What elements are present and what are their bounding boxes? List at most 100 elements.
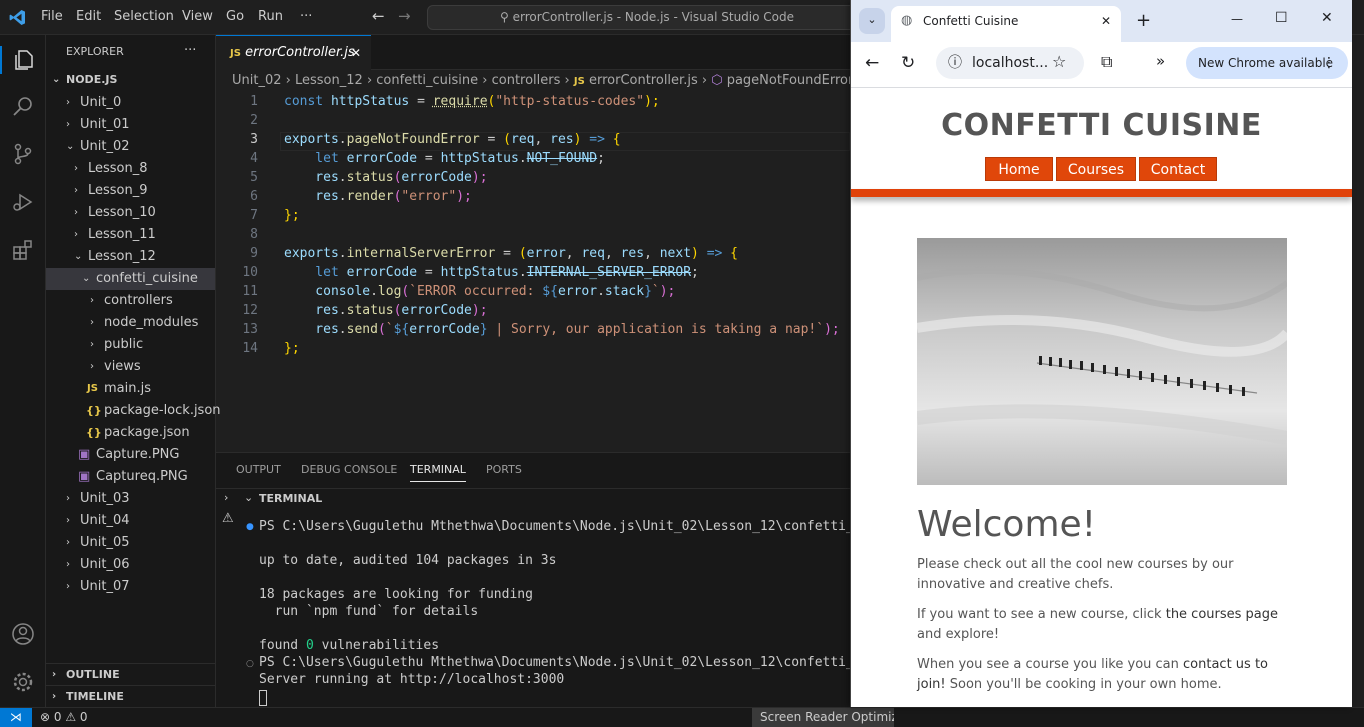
tree-folder-confetti-cuisine[interactable]: ⌄ confetti_cuisine: [46, 268, 215, 290]
confetti-cuisine-page: CONFETTI CUISINE Home Courses Contact We…: [851, 88, 1352, 707]
menu-edit[interactable]: Edit: [76, 9, 101, 24]
menu-file[interactable]: File: [41, 9, 63, 24]
tree-folder-lesson9[interactable]: › Lesson_9: [46, 180, 215, 202]
site-info-icon[interactable]: ⓘ: [948, 47, 962, 79]
tree-folder-public[interactable]: › public: [46, 334, 215, 356]
terminal-line: 18 packages are looking for funding: [259, 587, 533, 602]
new-chrome-available-button[interactable]: New Chrome available ⋮: [1186, 47, 1348, 79]
back-arrow-icon[interactable]: ←: [865, 53, 879, 73]
code-editor[interactable]: 1 2 3 4 5 6 7 8 9 10 11 12 13 14 const h…: [216, 92, 850, 452]
chevron-right-icon: ›: [66, 537, 70, 548]
close-tab-icon[interactable]: ✕: [351, 36, 361, 70]
breadcrumb-item[interactable]: Unit_02: [232, 73, 282, 88]
tree-folder-lesson12[interactable]: ⌄ Lesson_12: [46, 246, 215, 268]
tab-error-controller[interactable]: JS errorController.js ✕: [216, 35, 371, 70]
new-tab-button[interactable]: +: [1136, 10, 1151, 31]
tree-folder-unit06[interactable]: › Unit_06: [46, 554, 215, 576]
tree-file-captureq-png[interactable]: ▣ Captureq.PNG: [46, 466, 215, 488]
code-line: exports.internalServerError = (error, re…: [284, 246, 739, 261]
tree-folder-unit07[interactable]: › Unit_07: [46, 576, 215, 598]
tree-folder-unit02[interactable]: ⌄ Unit_02: [46, 136, 215, 158]
nav-contact-link[interactable]: Contact: [1139, 157, 1217, 181]
menu-go[interactable]: Go: [226, 9, 244, 24]
screen-reader-status[interactable]: Screen Reader Optimized: [752, 708, 894, 727]
tab-debug-console[interactable]: DEBUG CONSOLE: [301, 463, 397, 476]
back-arrow-icon[interactable]: ←: [372, 7, 385, 25]
reload-icon[interactable]: ↻: [901, 53, 915, 73]
tree-folder-unit0[interactable]: › Unit_0: [46, 92, 215, 114]
tree-label: Unit_03: [80, 491, 130, 506]
problems-count[interactable]: ⊗ 0 ⚠ 0: [40, 710, 88, 724]
terminal-text: vulnerabilities: [313, 638, 440, 653]
breadcrumb-item[interactable]: Lesson_12: [295, 73, 363, 88]
tree-folder-lesson10[interactable]: › Lesson_10: [46, 202, 215, 224]
paragraph-text: and explore!: [917, 627, 1000, 642]
tab-output[interactable]: OUTPUT: [236, 463, 281, 476]
menu-view[interactable]: View: [182, 9, 213, 24]
tree-folder-controllers[interactable]: › controllers: [46, 290, 215, 312]
line-number: 12: [242, 303, 258, 318]
explorer-files-icon[interactable]: [0, 46, 46, 74]
outline-section[interactable]: › OUTLINE: [46, 663, 215, 685]
breadcrumb-item[interactable]: pageNotFoundError: [727, 73, 850, 88]
timeline-section[interactable]: › TIMELINE: [46, 685, 215, 707]
menu-run[interactable]: Run: [258, 9, 283, 24]
chevron-right-icon[interactable]: ›: [224, 491, 228, 504]
account-icon[interactable]: [9, 620, 37, 648]
search-icon[interactable]: [9, 92, 37, 120]
nav-courses-link[interactable]: Courses: [1056, 157, 1136, 181]
warning-icon[interactable]: ⚠: [222, 511, 234, 526]
settings-gear-icon[interactable]: [9, 668, 37, 696]
tab-ports[interactable]: PORTS: [486, 463, 522, 476]
close-window-button[interactable]: ✕: [1321, 10, 1333, 26]
tree-folder-lesson11[interactable]: › Lesson_11: [46, 224, 215, 246]
breadcrumb-item[interactable]: confetti_cuisine: [376, 73, 478, 88]
tree-label: node_modules: [104, 315, 199, 330]
breadcrumb-item[interactable]: errorController.js: [589, 73, 698, 88]
chrome-tab-confetti[interactable]: ◍ Confetti Cuisine ✕: [891, 6, 1121, 42]
bookmark-star-icon[interactable]: ☆: [1052, 52, 1066, 71]
chevron-right-icon: ›: [74, 207, 78, 218]
command-center-search[interactable]: ⚲ errorController.js - Node.js - Visual …: [427, 5, 867, 30]
tree-root-nodejs[interactable]: ⌄ NODE.JS: [46, 69, 215, 91]
courses-page-link[interactable]: the courses page: [1166, 607, 1278, 622]
tab-search-chevron-icon[interactable]: ⌄: [859, 8, 885, 34]
breadcrumb-item[interactable]: controllers: [492, 73, 561, 88]
source-control-icon[interactable]: [9, 140, 37, 168]
remote-icon[interactable]: ⋊: [0, 708, 32, 727]
tree-folder-unit05[interactable]: › Unit_05: [46, 532, 215, 554]
run-debug-icon[interactable]: [9, 188, 37, 216]
search-icon: ⚲: [499, 10, 513, 24]
tree-folder-lesson8[interactable]: › Lesson_8: [46, 158, 215, 180]
tree-folder-node-modules[interactable]: › node_modules: [46, 312, 215, 334]
tree-folder-unit03[interactable]: › Unit_03: [46, 488, 215, 510]
menu-selection[interactable]: Selection: [114, 9, 174, 24]
line-number: 4: [250, 151, 258, 166]
tree-folder-unit01[interactable]: › Unit_01: [46, 114, 215, 136]
tree-folder-unit04[interactable]: › Unit_04: [46, 510, 215, 532]
chevron-down-icon[interactable]: ⌄: [244, 491, 253, 504]
contact-paragraph: When you see a course you like you can c…: [917, 655, 1297, 695]
tree-file-capture-png[interactable]: ▣ Capture.PNG: [46, 444, 215, 466]
tab-terminal[interactable]: TERMINAL: [410, 463, 466, 482]
screen-reader-label: Screen Reader Optimized: [760, 710, 894, 724]
tree-file-package-lock[interactable]: {} package-lock.json: [46, 400, 221, 422]
terminal-line: up to date, audited 104 packages in 3s: [259, 553, 557, 568]
close-tab-icon[interactable]: ✕: [1101, 6, 1111, 36]
chevron-right-icon: ›: [90, 361, 94, 372]
nav-home-link[interactable]: Home: [985, 157, 1053, 181]
tree-file-main-js[interactable]: JS main.js: [46, 378, 215, 400]
kebab-menu-icon[interactable]: ⋮: [1322, 47, 1336, 79]
minimize-button[interactable]: —: [1231, 12, 1243, 26]
forward-arrow-icon[interactable]: →: [398, 7, 411, 25]
tree-file-package-json[interactable]: {} package.json: [46, 422, 215, 444]
overflow-chevron-icon[interactable]: »: [1156, 52, 1165, 70]
extensions-puzzle-icon[interactable]: ⧉: [1101, 52, 1112, 72]
tree-folder-views[interactable]: › views: [46, 356, 215, 378]
code-line: res.render("error");: [284, 189, 472, 204]
bottom-panel: OUTPUT DEBUG CONSOLE TERMINAL PORTS › ⌄ …: [216, 452, 916, 707]
menu-more[interactable]: ···: [300, 9, 312, 24]
maximize-button[interactable]: ☐: [1275, 10, 1288, 26]
explorer-more-button[interactable]: ···: [184, 43, 196, 58]
extensions-icon[interactable]: [9, 236, 37, 264]
